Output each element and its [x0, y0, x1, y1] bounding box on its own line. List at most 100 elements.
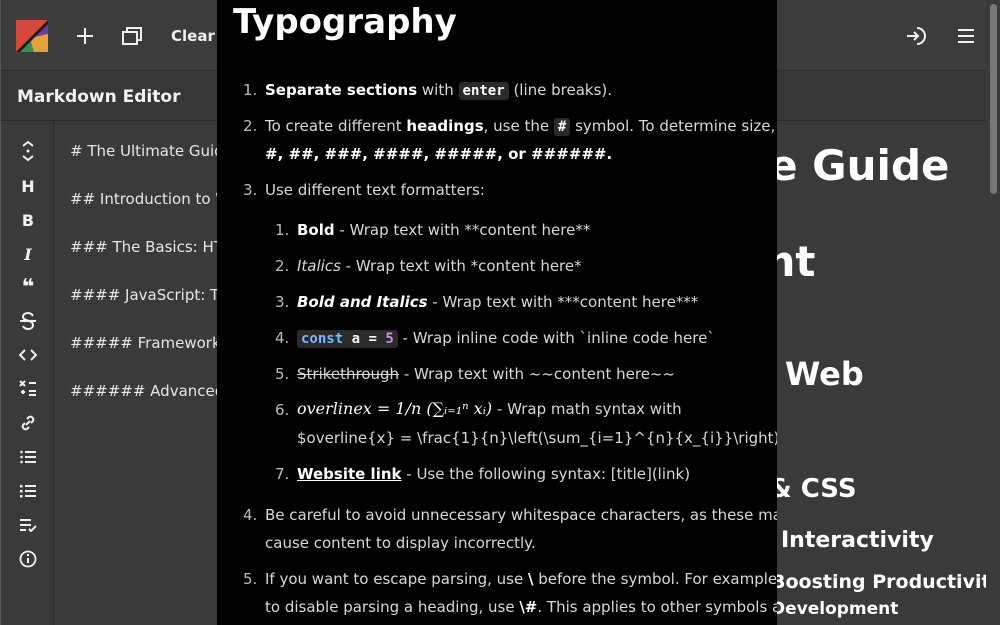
- preview-h6-cont: Development: [777, 599, 899, 619]
- text: . This applies to other symbols as: [537, 598, 777, 616]
- heading-icon[interactable]: H: [15, 173, 41, 199]
- editor-line[interactable]: ###### Advanced To: [70, 382, 225, 400]
- menu-button[interactable]: [954, 20, 978, 52]
- modal-title: Typography: [233, 2, 457, 42]
- kbd-enter: enter: [458, 82, 509, 100]
- sub-item-link: Website link - Use the following syntax:…: [297, 465, 690, 483]
- math-sample: overlinex = 1/n (∑ᵢ₌₁ⁿ xᵢ): [297, 399, 493, 418]
- collapse-icon[interactable]: [15, 138, 41, 164]
- list-number: 3.: [243, 181, 258, 199]
- link-icon[interactable]: [15, 410, 41, 436]
- sub-number: 2.: [275, 257, 290, 275]
- info-icon[interactable]: [15, 546, 41, 572]
- login-icon: [907, 27, 926, 45]
- scrollbar[interactable]: [986, 0, 1000, 625]
- text: - Wrap text with *content here*: [340, 257, 582, 275]
- strikethrough-icon[interactable]: [15, 308, 41, 334]
- editor-line[interactable]: ## Introduction to W: [70, 190, 225, 208]
- sub-number: 6.: [275, 401, 290, 419]
- typography-help-modal: Typography 1. Separate sections with ent…: [217, 0, 777, 625]
- list-item: If you want to escape parsing, use \ bef…: [265, 570, 777, 588]
- bold-text: Separate sections: [265, 81, 418, 99]
- app-logo[interactable]: [16, 20, 48, 52]
- ordered-list-icon[interactable]: [15, 444, 41, 470]
- text: with: [417, 81, 459, 99]
- list-item: Use different text formatters:: [265, 181, 485, 199]
- new-file-button[interactable]: [74, 20, 96, 52]
- list-number: 1.: [243, 81, 258, 99]
- new-window-icon: [122, 27, 142, 45]
- text: - Wrap inline code with `inline code her…: [397, 329, 715, 347]
- list-item-cont: #, ##, ###, ####, #####, or ######.: [265, 145, 612, 163]
- list-number: 2.: [243, 117, 258, 135]
- code-text: a =: [343, 331, 386, 347]
- text: before the symbol. For example,: [533, 570, 777, 588]
- sub-item-math: overlinex = 1/n (∑ᵢ₌₁ⁿ xᵢ) - Wrap math s…: [297, 399, 682, 418]
- math-icon[interactable]: [15, 376, 41, 402]
- text: - Wrap text with ***content here***: [427, 293, 699, 311]
- markdown-editor[interactable]: # The Ultimate Guide ## Introduction to …: [55, 121, 225, 625]
- list-item: Separate sections with enter (line break…: [265, 81, 613, 100]
- bold-label: Bold: [297, 221, 335, 239]
- app-window: Clear Markdown Editor H B I ❝ # The Ulti…: [0, 0, 1000, 625]
- text: to disable parsing a heading, use: [265, 598, 520, 616]
- editor-line[interactable]: ##### Frameworks a: [70, 334, 225, 352]
- bold-icon[interactable]: B: [15, 207, 41, 233]
- italic-icon[interactable]: I: [15, 241, 41, 267]
- sub-item-italics: Italics - Wrap text with *content here*: [297, 257, 582, 275]
- preview-h3: Web: [785, 355, 864, 393]
- sub-number: 7.: [275, 465, 290, 483]
- preview-h4: & CSS: [777, 474, 857, 504]
- login-button[interactable]: [904, 20, 928, 52]
- menu-icon: [958, 29, 974, 43]
- text: To create different: [265, 117, 407, 135]
- sub-number: 5.: [275, 365, 290, 383]
- unordered-list-icon[interactable]: [15, 478, 41, 504]
- website-link[interactable]: Website link: [297, 465, 402, 483]
- sub-number: 1.: [275, 221, 290, 239]
- strikethrough-label: Strikethrough: [297, 365, 400, 383]
- bold-text: \#: [519, 598, 538, 616]
- bold-text: #, ##, ###, ####, #####, or ######.: [265, 145, 613, 163]
- italic-label: Italics: [297, 257, 341, 275]
- bold-italic-label: Bold and Italics: [297, 293, 428, 311]
- kbd-hash: #: [553, 118, 571, 136]
- sub-item-math-cont: $overline{x} = \frac{1}{n}\left(\sum_{i=…: [297, 429, 777, 447]
- text: , use the: [483, 117, 554, 135]
- text: - Wrap text with ~~content here~~: [399, 365, 676, 383]
- text: - Use the following syntax: [title](link…: [401, 465, 691, 483]
- code-number: 5: [385, 331, 394, 347]
- plus-icon: [77, 28, 93, 44]
- inline-code-sample: const a = 5: [297, 330, 398, 348]
- editor-line[interactable]: # The Ultimate Guide: [70, 142, 225, 160]
- sub-item-strike: Strikethrough - Wrap text with ~~content…: [297, 365, 675, 383]
- new-window-button[interactable]: [121, 20, 143, 52]
- code-keyword: const: [301, 331, 344, 347]
- text: - Wrap math syntax with: [492, 400, 682, 418]
- sub-item-bold-italics: Bold and Italics - Wrap text with ***con…: [297, 293, 698, 311]
- list-number: 4.: [243, 506, 258, 524]
- checklist-icon[interactable]: [15, 512, 41, 538]
- list-item: To create different headings, use the # …: [265, 117, 777, 136]
- preview-h2: ent: [777, 237, 816, 286]
- list-item: Be careful to avoid unnecessary whitespa…: [265, 506, 777, 524]
- scroll-thumb[interactable]: [990, 4, 997, 194]
- editor-line[interactable]: ### The Basics: HTM: [70, 238, 225, 256]
- preview-h1: te Guide: [777, 141, 950, 190]
- preview-h5: Interactivity: [781, 528, 934, 553]
- editor-line[interactable]: #### JavaScript: The: [70, 286, 225, 304]
- sub-number: 3.: [275, 293, 290, 311]
- formatting-rail: H B I ❝: [1, 121, 54, 625]
- text: (line breaks).: [508, 81, 613, 99]
- app-title: Markdown Editor: [17, 87, 181, 107]
- text: If you want to escape parsing, use: [265, 570, 528, 588]
- list-item-cont: cause content to display incorrectly.: [265, 534, 536, 552]
- code-icon[interactable]: [15, 342, 41, 368]
- sub-item-bold: Bold - Wrap text with **content here**: [297, 221, 590, 239]
- quote-icon[interactable]: ❝: [15, 274, 41, 300]
- list-number: 5.: [243, 570, 258, 588]
- clear-button[interactable]: Clear: [171, 20, 215, 52]
- text: - Wrap text with **content here**: [334, 221, 591, 239]
- sub-number: 4.: [275, 329, 290, 347]
- preview-h6: Boosting Productivity: [777, 571, 1000, 593]
